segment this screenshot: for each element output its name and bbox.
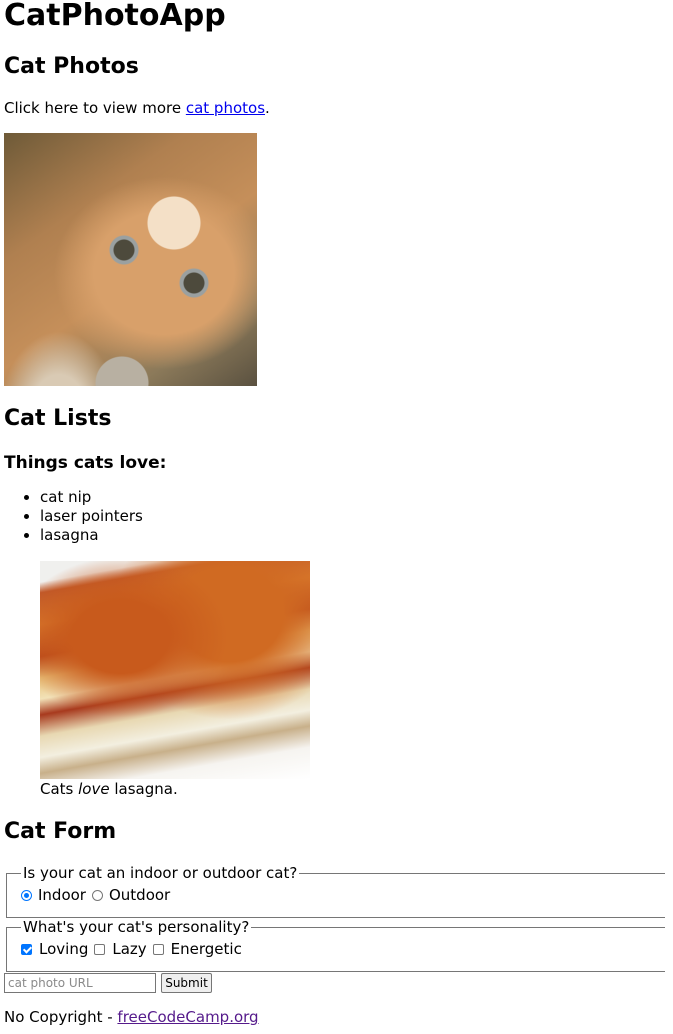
lazy-checkbox[interactable] xyxy=(94,943,106,955)
footer: No Copyright - freeCodeCamp.org xyxy=(4,1007,259,1027)
lasagna-photo xyxy=(40,561,310,779)
outdoor-option[interactable]: Outdoor xyxy=(91,884,171,906)
loving-checkbox[interactable] xyxy=(21,943,32,955)
personality-legend: What's your cat's personality? xyxy=(23,918,250,936)
lazy-option[interactable]: Lazy xyxy=(94,938,147,960)
energetic-option[interactable]: Energetic xyxy=(152,938,242,960)
page-title: CatPhotoApp xyxy=(4,0,226,33)
list-item: laser pointers xyxy=(40,507,143,526)
cats-love-list: cat nip laser pointers lasagna xyxy=(4,488,143,545)
loving-label: Loving xyxy=(39,940,89,958)
caption-before: Cats xyxy=(40,780,79,798)
caption-emphasis: love xyxy=(78,780,110,798)
cat-photo-url-input[interactable] xyxy=(4,973,156,993)
footer-text: No Copyright - xyxy=(4,1008,118,1026)
photos-intro-end: . xyxy=(265,99,270,117)
cat-photos-link[interactable]: cat photos xyxy=(186,99,265,117)
outdoor-label: Outdoor xyxy=(108,886,171,904)
caption-after: lasagna. xyxy=(109,780,178,798)
energetic-checkbox[interactable] xyxy=(152,943,164,955)
list-item: lasagna xyxy=(40,526,143,545)
energetic-label: Energetic xyxy=(170,940,242,958)
location-fieldset: Is your cat an indoor or outdoor cat? In… xyxy=(6,863,665,918)
outdoor-radio[interactable] xyxy=(91,889,103,901)
indoor-radio[interactable] xyxy=(21,889,32,901)
things-cats-love-heading: Things cats love: xyxy=(4,453,167,473)
cat-photo[interactable] xyxy=(4,133,257,386)
list-item: cat nip xyxy=(40,488,143,507)
photos-intro-text: Click here to view more xyxy=(4,99,186,117)
submit-button[interactable]: Submit xyxy=(161,973,212,993)
lazy-label: Lazy xyxy=(112,940,147,958)
indoor-label: Indoor xyxy=(38,886,86,904)
loving-option[interactable]: Loving xyxy=(21,938,88,960)
indoor-option[interactable]: Indoor xyxy=(21,884,86,906)
cat-form-heading: Cat Form xyxy=(4,819,117,844)
photos-intro: Click here to view more cat photos. xyxy=(4,98,270,118)
cat-photos-heading: Cat Photos xyxy=(4,54,139,79)
lasagna-caption: Cats love lasagna. xyxy=(40,779,178,799)
personality-fieldset: What's your cat's personality? Loving La… xyxy=(6,917,665,972)
freecodecamp-link[interactable]: freeCodeCamp.org xyxy=(117,1008,258,1026)
location-legend: Is your cat an indoor or outdoor cat? xyxy=(23,864,298,882)
cat-lists-heading: Cat Lists xyxy=(4,406,112,431)
